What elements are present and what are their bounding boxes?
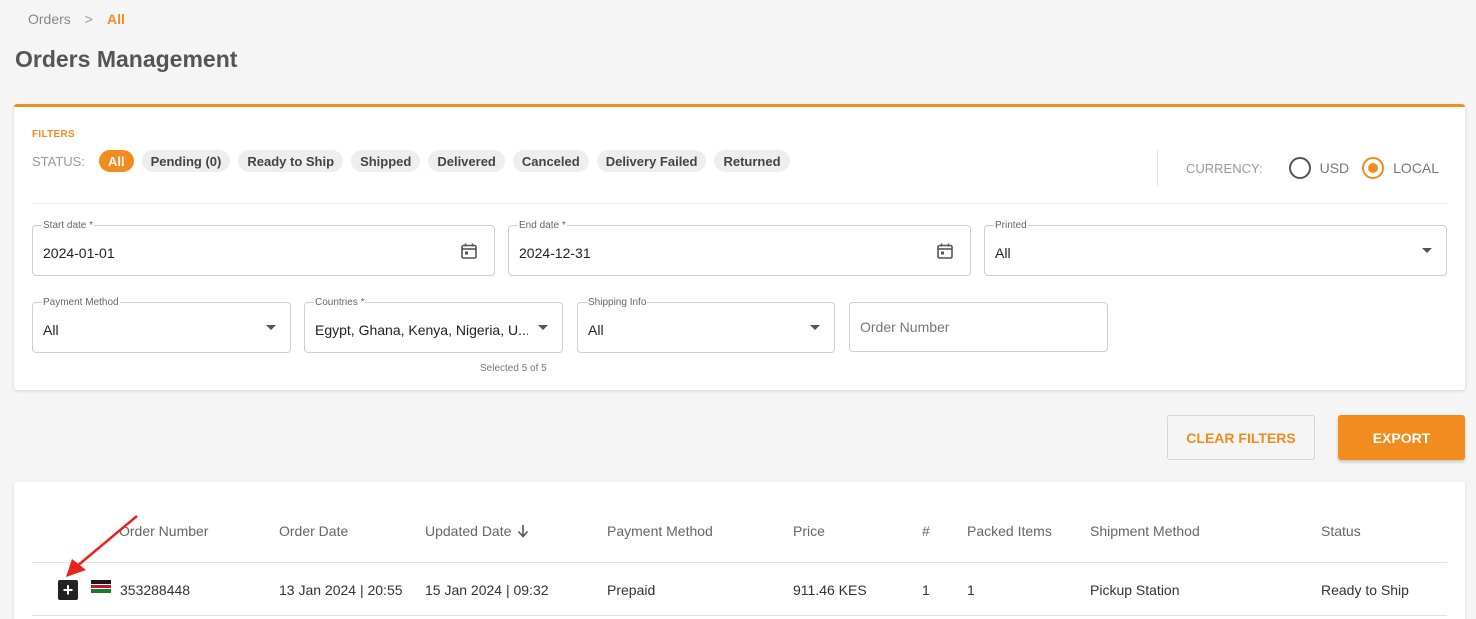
printed-select[interactable]: Printed All bbox=[984, 220, 1447, 276]
countries-value: Egypt, Ghana, Kenya, Nigeria, U... bbox=[315, 322, 528, 338]
caret-down-icon bbox=[1422, 248, 1432, 253]
breadcrumb-current: All bbox=[106, 11, 125, 27]
payment-method-label: Payment Method bbox=[42, 297, 120, 308]
currency-label: CURRENCY: bbox=[1186, 160, 1263, 176]
status-filter-row: STATUS: All Pending (0) Ready to Ship Sh… bbox=[32, 150, 790, 172]
breadcrumb-orders[interactable]: Orders bbox=[28, 11, 71, 27]
order-number-placeholder: Order Number bbox=[860, 319, 950, 335]
cell-order-number[interactable]: 353288448 bbox=[120, 582, 190, 598]
cell-packed-items: 1 bbox=[967, 582, 975, 598]
start-date-label: Start date * bbox=[42, 220, 95, 231]
status-chip-ready-to-ship[interactable]: Ready to Ship bbox=[238, 150, 344, 172]
status-chip-all[interactable]: All bbox=[98, 150, 134, 172]
currency-selector: CURRENCY: USD LOCAL bbox=[1186, 157, 1452, 179]
column-header-shipment-method[interactable]: Shipment Method bbox=[1090, 523, 1200, 539]
orders-table: Order Number Order Date Updated Date Pay… bbox=[14, 482, 1465, 619]
cell-shipment-method: Pickup Station bbox=[1090, 582, 1180, 598]
clear-filters-button[interactable]: CLEAR FILTERS bbox=[1167, 415, 1315, 460]
caret-down-icon bbox=[266, 325, 276, 330]
end-date-value: 2024-12-31 bbox=[519, 245, 591, 261]
shipping-info-label: Shipping Info bbox=[587, 297, 648, 308]
expand-row-plus-icon[interactable]: + bbox=[58, 580, 78, 600]
kenya-flag-icon bbox=[91, 580, 111, 594]
export-button[interactable]: EXPORT bbox=[1338, 415, 1465, 460]
header-divider bbox=[32, 562, 1447, 563]
radio-unchecked-icon[interactable] bbox=[1288, 157, 1311, 179]
cell-count: 1 bbox=[922, 582, 930, 598]
annotation-arrow-icon bbox=[66, 515, 138, 577]
column-header-order-date[interactable]: Order Date bbox=[279, 523, 348, 539]
payment-method-value: All bbox=[43, 322, 59, 338]
sort-arrow-down-icon[interactable] bbox=[517, 524, 529, 538]
currency-usd-label: USD bbox=[1319, 160, 1350, 176]
status-chip-canceled[interactable]: Canceled bbox=[512, 150, 589, 172]
column-header-updated-date[interactable]: Updated Date bbox=[425, 523, 529, 539]
filters-section-label: FILTERS bbox=[32, 129, 76, 140]
column-header-count[interactable]: # bbox=[922, 523, 930, 539]
status-chip-shipped[interactable]: Shipped bbox=[351, 150, 421, 172]
start-date-value: 2024-01-01 bbox=[43, 245, 115, 261]
radio-checked-icon[interactable] bbox=[1362, 157, 1385, 179]
shipping-info-value: All bbox=[588, 322, 604, 338]
countries-label: Countries * bbox=[314, 297, 366, 308]
status-chip-returned[interactable]: Returned bbox=[714, 150, 790, 172]
filters-card: FILTERS STATUS: All Pending (0) Ready to… bbox=[14, 104, 1465, 390]
column-header-updated-date-label: Updated Date bbox=[425, 523, 512, 539]
status-chip-pending[interactable]: Pending (0) bbox=[141, 150, 231, 172]
filters-divider bbox=[32, 203, 1447, 204]
status-chip-delivery-failed[interactable]: Delivery Failed bbox=[596, 150, 707, 172]
end-date-label: End date * bbox=[518, 220, 567, 231]
breadcrumb-separator: > bbox=[84, 11, 93, 27]
cell-status: Ready to Ship bbox=[1321, 582, 1409, 598]
printed-value: All bbox=[995, 245, 1011, 261]
cell-payment-method: Prepaid bbox=[607, 582, 656, 598]
cell-updated-date: 15 Jan 2024 | 09:32 bbox=[425, 582, 549, 598]
printed-label: Printed bbox=[994, 220, 1028, 231]
start-date-field[interactable]: Start date * 2024-01-01 bbox=[32, 220, 495, 276]
breadcrumb: Orders > All bbox=[28, 11, 125, 27]
status-chip-delivered[interactable]: Delivered bbox=[428, 150, 505, 172]
caret-down-icon bbox=[810, 325, 820, 330]
countries-helper-text: Selected 5 of 5 bbox=[480, 363, 547, 374]
status-label: STATUS: bbox=[32, 153, 85, 169]
caret-down-icon bbox=[538, 325, 548, 330]
currency-option-usd[interactable]: USD bbox=[1288, 157, 1350, 179]
countries-select[interactable]: Countries * Egypt, Ghana, Kenya, Nigeria… bbox=[304, 297, 563, 353]
end-date-field[interactable]: End date * 2024-12-31 bbox=[508, 220, 971, 276]
column-header-price[interactable]: Price bbox=[793, 523, 825, 539]
column-header-status[interactable]: Status bbox=[1321, 523, 1361, 539]
cell-price: 911.46 KES bbox=[793, 582, 867, 598]
row-divider bbox=[32, 615, 1447, 616]
currency-option-local[interactable]: LOCAL bbox=[1362, 157, 1439, 179]
page-title: Orders Management bbox=[15, 46, 238, 72]
calendar-icon[interactable] bbox=[460, 242, 478, 260]
calendar-icon[interactable] bbox=[936, 242, 954, 260]
currency-divider bbox=[1157, 150, 1158, 186]
cell-order-date: 13 Jan 2024 | 20:55 bbox=[279, 582, 403, 598]
order-number-input[interactable]: Order Number bbox=[849, 302, 1108, 352]
column-header-packed-items[interactable]: Packed Items bbox=[967, 523, 1052, 539]
shipping-info-select[interactable]: Shipping Info All bbox=[577, 297, 835, 353]
payment-method-select[interactable]: Payment Method All bbox=[32, 297, 291, 353]
column-header-payment-method[interactable]: Payment Method bbox=[607, 523, 713, 539]
currency-local-label: LOCAL bbox=[1393, 160, 1440, 176]
